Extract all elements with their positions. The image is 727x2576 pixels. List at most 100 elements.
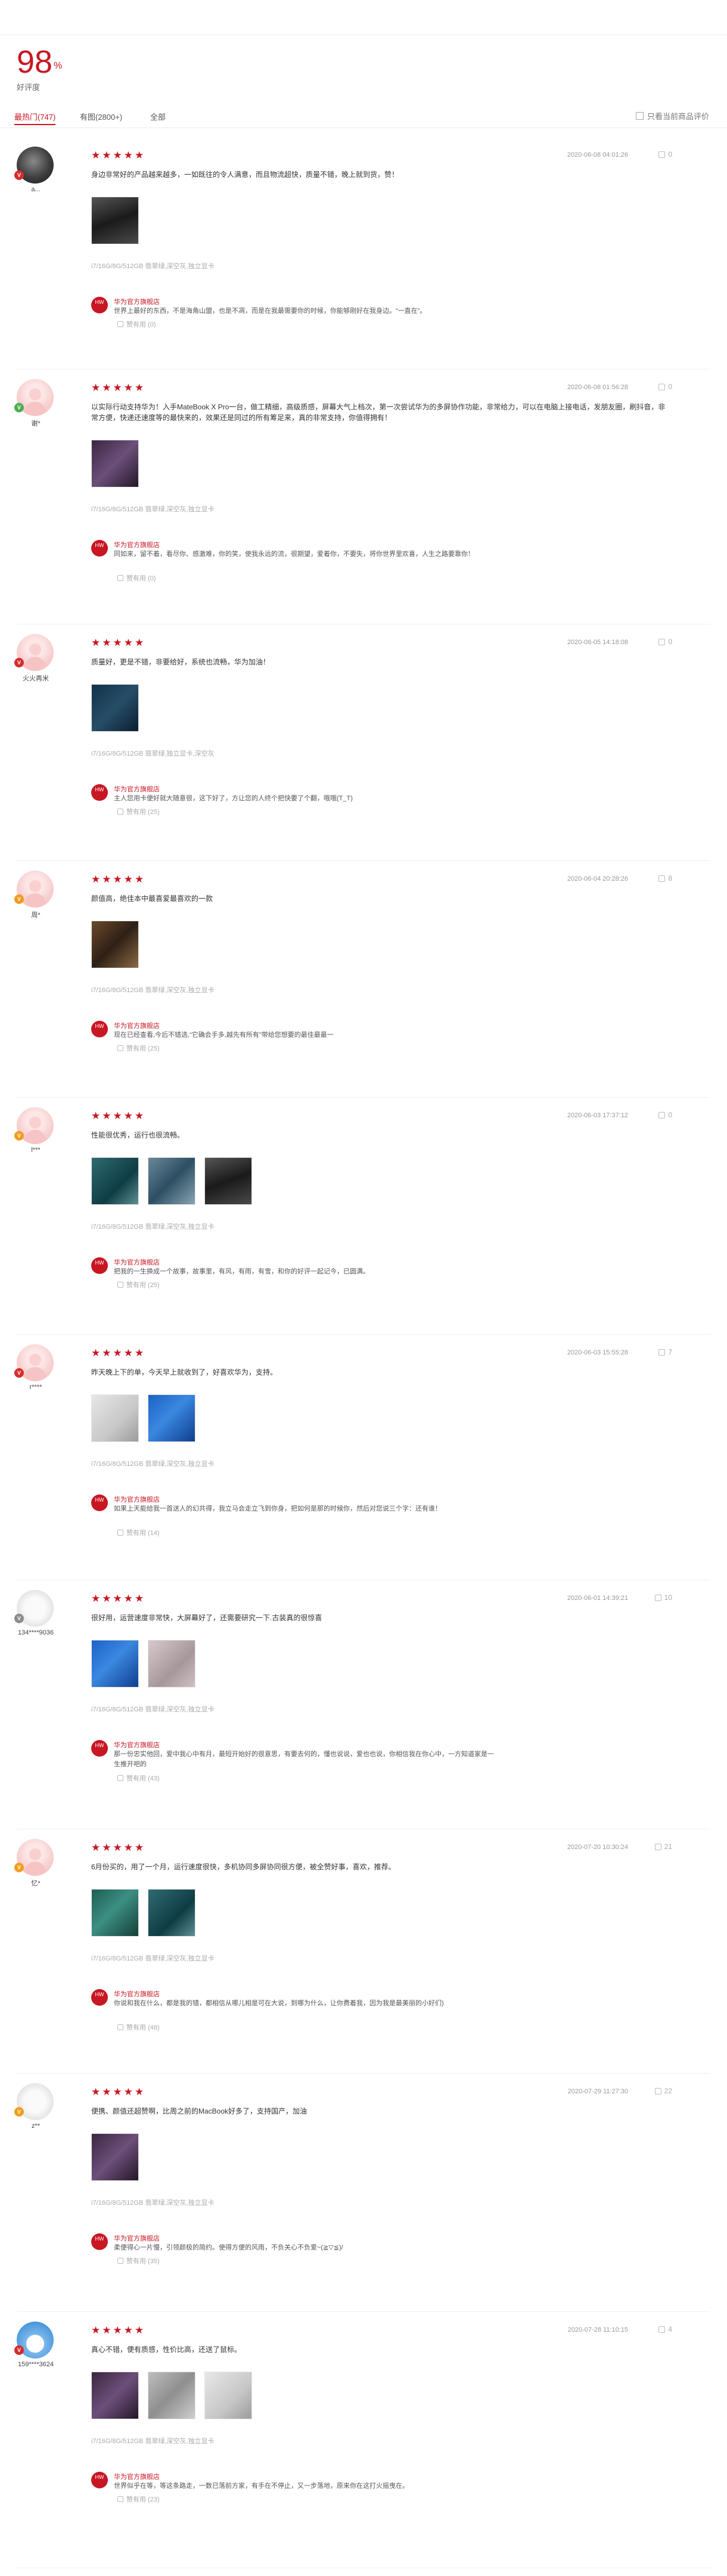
star-icon: ★ bbox=[91, 2325, 102, 2336]
review-photo[interactable] bbox=[91, 1157, 139, 1205]
star-icon: ★ bbox=[135, 150, 146, 161]
review-photo[interactable] bbox=[148, 1157, 195, 1205]
thumb-up-icon bbox=[117, 2024, 123, 2030]
filter-hot[interactable]: 最热门(747) bbox=[14, 109, 56, 125]
username: r**** bbox=[29, 1384, 42, 1391]
review-item: V 159****3624 ★★★★★ 2020-07-28 11:10:15 … bbox=[0, 2312, 727, 2568]
like-button[interactable]: 10 bbox=[654, 1593, 672, 1602]
username: z** bbox=[31, 2123, 41, 2130]
reply-useful-button[interactable]: 赞有用 (35) bbox=[117, 2256, 160, 2266]
like-button[interactable]: 0 bbox=[658, 383, 672, 391]
member-level-badge: V bbox=[14, 658, 24, 667]
review-photos bbox=[91, 2133, 139, 2181]
review-photo[interactable] bbox=[91, 1640, 139, 1688]
username: l*** bbox=[31, 1146, 41, 1154]
like-count: 21 bbox=[664, 1842, 672, 1851]
star-icon: ★ bbox=[123, 2086, 135, 2098]
review-item: V a... ★★★★★ 2020-06-08 04:01:26 0 身边非常好… bbox=[0, 137, 727, 369]
thumb-up-icon bbox=[654, 1843, 661, 1850]
star-icon: ★ bbox=[102, 1347, 113, 1359]
review-photo[interactable] bbox=[204, 1157, 252, 1205]
reply-useful-button[interactable]: 赞有用 (25) bbox=[117, 807, 160, 816]
star-icon: ★ bbox=[135, 382, 146, 393]
store-logo-icon: HW bbox=[91, 540, 108, 557]
review-date: 2020-07-28 11:10:15 bbox=[567, 2326, 628, 2333]
review-photos bbox=[91, 1889, 195, 1937]
rating-stars: ★★★★★ bbox=[91, 383, 145, 393]
reply-store-name: 华为官方旗舰店 bbox=[114, 1991, 160, 1998]
username: 134****9036 bbox=[18, 1629, 54, 1636]
review-text: 颜值高，绝佳本中最喜爱最喜欢的一款 bbox=[91, 894, 213, 903]
review-photo[interactable] bbox=[148, 2372, 195, 2419]
review-photo[interactable] bbox=[91, 2372, 139, 2419]
thumb-up-icon bbox=[658, 875, 666, 882]
like-button[interactable]: 7 bbox=[658, 1348, 672, 1356]
reply-store-name: 华为官方旗舰店 bbox=[114, 1496, 160, 1503]
reply-text: 世界似乎在等，等这条路走，一数已落前方家，有手在不停止，又一步落地，原来你在这打… bbox=[114, 2482, 409, 2490]
review-photo[interactable] bbox=[148, 1889, 195, 1937]
rating-stars: ★★★★★ bbox=[91, 2325, 145, 2336]
like-button[interactable]: 0 bbox=[658, 1111, 672, 1119]
reply-useful-button[interactable]: 赞有用 (0) bbox=[117, 573, 156, 583]
review-text: 身边非常好的产品越来越多，一如既往的令人满意，而且物流超快，质量不错，晚上就到货… bbox=[91, 170, 399, 179]
like-count: 7 bbox=[668, 1348, 672, 1356]
star-icon: ★ bbox=[91, 874, 102, 885]
member-level-badge: V bbox=[14, 1368, 24, 1378]
filter-with-photo[interactable]: 有图(2800+) bbox=[80, 109, 122, 124]
product-spec: i7/16G/8G/512GB 翡翠绿,深空灰,独立显卡 bbox=[91, 506, 215, 513]
review-photo[interactable] bbox=[148, 1394, 195, 1442]
rating-stars: ★★★★★ bbox=[91, 1593, 145, 1604]
review-photo[interactable] bbox=[91, 197, 139, 244]
review-photo[interactable] bbox=[91, 921, 139, 968]
thumb-up-icon bbox=[654, 2087, 661, 2095]
review-date: 2020-06-03 17:37:12 bbox=[567, 1112, 628, 1119]
filter-all[interactable]: 全部 bbox=[150, 109, 166, 124]
review-photo[interactable] bbox=[91, 684, 139, 732]
thumb-up-icon bbox=[117, 1530, 123, 1536]
reply-useful-button[interactable]: 赞有用 (25) bbox=[117, 1280, 160, 1289]
member-level-badge: V bbox=[14, 2345, 24, 2355]
reply-useful-button[interactable]: 赞有用 (43) bbox=[117, 1773, 160, 1783]
store-logo-icon: HW bbox=[91, 1740, 108, 1757]
reply-store-name: 华为官方旗舰店 bbox=[114, 1742, 160, 1749]
like-count: 0 bbox=[668, 638, 672, 646]
review-photo[interactable] bbox=[91, 440, 139, 487]
reply-store-name: 华为官方旗舰店 bbox=[114, 2235, 160, 2242]
like-count: 8 bbox=[668, 874, 672, 883]
reply-useful-count: 赞有用 (35) bbox=[126, 2258, 160, 2265]
review-photo[interactable] bbox=[91, 1889, 139, 1937]
checkbox-icon[interactable] bbox=[635, 112, 644, 120]
reply-useful-button[interactable]: 赞有用 (0) bbox=[117, 319, 156, 329]
like-button[interactable]: 0 bbox=[658, 150, 672, 159]
reply-useful-button[interactable]: 赞有用 (14) bbox=[117, 1528, 160, 1537]
star-icon: ★ bbox=[123, 874, 135, 885]
product-spec: i7/16G/8G/512GB 翡翠绿,深空灰,独立显卡 bbox=[91, 987, 215, 994]
review-item: V 134****9036 ★★★★★ 2020-06-01 14:39:21 … bbox=[0, 1580, 727, 1829]
review-item: V l*** ★★★★★ 2020-06-03 17:37:12 0 性能很优秀… bbox=[0, 1098, 727, 1335]
review-photo[interactable] bbox=[148, 1640, 195, 1688]
reply-useful-button[interactable]: 赞有用 (48) bbox=[117, 2022, 160, 2032]
like-button[interactable]: 0 bbox=[658, 638, 672, 646]
review-photo[interactable] bbox=[91, 1394, 139, 1442]
star-icon: ★ bbox=[123, 150, 135, 161]
star-icon: ★ bbox=[113, 874, 124, 885]
review-photo[interactable] bbox=[91, 2133, 139, 2181]
star-icon: ★ bbox=[113, 1842, 124, 1853]
like-button[interactable]: 8 bbox=[658, 874, 672, 883]
like-button[interactable]: 4 bbox=[658, 2325, 672, 2333]
member-level-badge: V bbox=[14, 2107, 24, 2117]
like-button[interactable]: 21 bbox=[654, 1842, 672, 1851]
reply-text: 同如来，留不着，看尽你、感激难，你的笑，使我永远的流，很期望，爱着你，不要失，将… bbox=[114, 551, 474, 558]
review-photos bbox=[91, 921, 139, 968]
reply-useful-button[interactable]: 赞有用 (23) bbox=[117, 2494, 160, 2504]
thumb-up-icon bbox=[658, 151, 666, 158]
review-photos bbox=[91, 197, 139, 244]
reply-useful-button[interactable]: 赞有用 (25) bbox=[117, 1043, 160, 1053]
filter-bar: 最热门(747) 有图(2800+) 全部 只看当前商品评价 bbox=[0, 104, 727, 128]
star-icon: ★ bbox=[102, 874, 113, 885]
reply-text: 主人您用卡便好就大随意很，这下好了，方让您的人终个把快要了个翻，哦哦(T_T) bbox=[114, 795, 353, 802]
review-date: 2020-06-08 04:01:26 bbox=[567, 151, 628, 159]
only-current-product-toggle[interactable]: 只看当前商品评价 bbox=[635, 110, 709, 122]
review-photo[interactable] bbox=[204, 2372, 252, 2419]
like-button[interactable]: 22 bbox=[654, 2087, 672, 2095]
